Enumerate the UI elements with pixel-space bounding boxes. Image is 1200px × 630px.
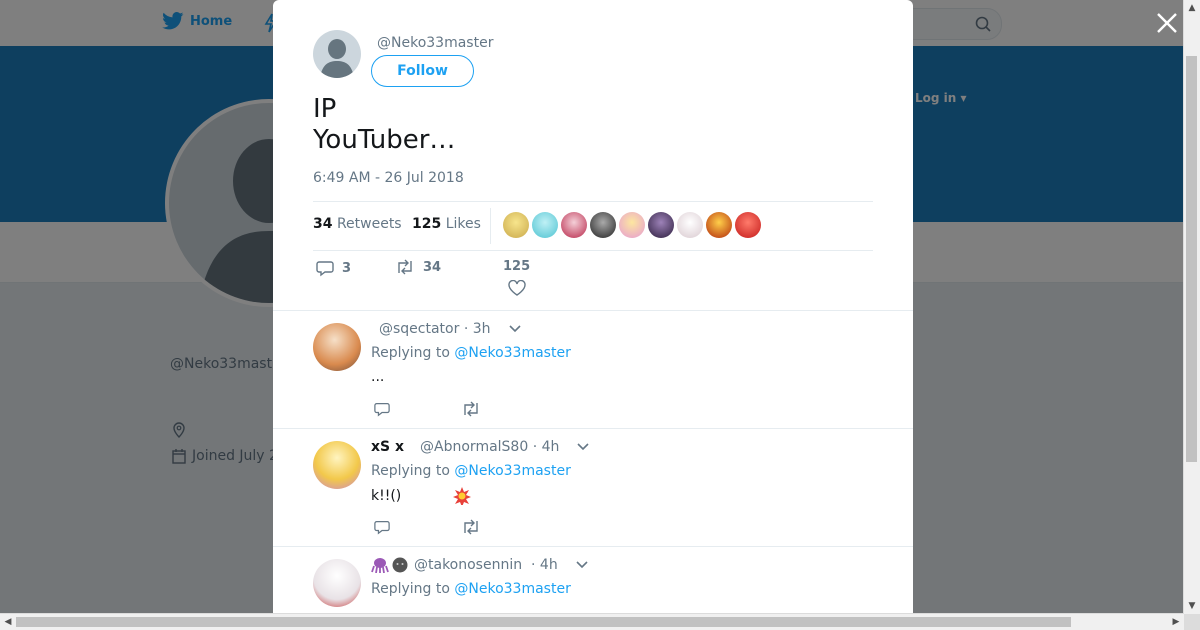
like-count: 125 [503, 259, 531, 274]
stats-divider [490, 208, 491, 244]
reply-time[interactable]: · 3h [464, 321, 491, 337]
liker-avatar[interactable] [561, 212, 587, 238]
author-avatar[interactable] [313, 30, 361, 78]
reply-header: @takonosennin · 4h [371, 557, 588, 573]
like-button[interactable]: 125 [503, 259, 530, 296]
replying-prefix: Replying to [371, 345, 450, 361]
chevron-down-icon[interactable] [576, 561, 588, 569]
reply-time[interactable]: · 4h [533, 439, 560, 455]
reply-avatar[interactable] [313, 441, 361, 489]
default-avatar-icon [320, 39, 354, 78]
author-handle[interactable]: @Neko33master [377, 35, 493, 51]
scroll-up-arrow[interactable]: ▲ [1184, 0, 1200, 16]
liker-avatar[interactable] [677, 212, 703, 238]
follow-button[interactable]: Follow [371, 55, 474, 87]
chevron-down-icon[interactable] [508, 325, 521, 333]
replying-to: Replying to @Neko33master [371, 463, 571, 479]
likes-label: Likes [445, 216, 481, 232]
replying-to: Replying to @Neko33master [371, 345, 571, 361]
likes-stat[interactable]: 125 Likes [412, 216, 481, 232]
tweet-text: IP YouTuber… [313, 94, 913, 156]
reply-avatar[interactable] [313, 323, 361, 371]
reply-text: k!!() [371, 488, 402, 504]
scrollbar-corner [1184, 614, 1200, 630]
replying-prefix: Replying to [371, 463, 450, 479]
retweets-stat[interactable]: 34 Retweets [313, 216, 402, 232]
liker-avatar[interactable] [503, 212, 529, 238]
reply-header: xS x @AbnormalS80 · 4h [371, 439, 589, 455]
face-emoji-icon [392, 557, 408, 573]
liker-avatar[interactable] [735, 212, 761, 238]
replying-to-link[interactable]: @Neko33master [454, 581, 570, 597]
reply-tweet[interactable]: xS x @AbnormalS80 · 4h Replying to @Neko… [273, 428, 913, 547]
reply-time[interactable]: · 4h [531, 557, 558, 573]
liker-avatar[interactable] [532, 212, 558, 238]
reply-icon [316, 261, 334, 277]
tweet-timestamp[interactable]: 6:49 AM - 26 Jul 2018 [313, 170, 464, 186]
liker-avatar[interactable] [590, 212, 616, 238]
reply-actions [373, 401, 481, 417]
reply-tweet[interactable]: @sqectator · 3h Replying to @Neko33maste… [273, 310, 913, 429]
horizontal-scroll-thumb[interactable] [16, 617, 1071, 627]
reply-author-name[interactable]: xS x [371, 439, 404, 455]
retweets-label: Retweets [336, 216, 402, 232]
reply-actions [373, 519, 481, 535]
replying-to: Replying to @Neko33master [371, 581, 571, 597]
retweet-count: 34 [423, 259, 442, 275]
liker-avatar[interactable] [706, 212, 732, 238]
scroll-right-arrow[interactable]: ▶ [1168, 614, 1184, 630]
horizontal-scrollbar[interactable]: ◀ ▶ [0, 613, 1184, 630]
retweet-icon[interactable] [461, 401, 481, 417]
reply-icon[interactable] [373, 401, 391, 417]
octopus-emoji-icon [371, 558, 389, 573]
chevron-down-icon[interactable] [577, 443, 589, 451]
reply-count: 3 [342, 260, 352, 276]
scroll-left-arrow[interactable]: ◀ [0, 614, 16, 630]
reply-icon[interactable] [373, 519, 391, 535]
likes-count: 125 [412, 216, 442, 232]
tweet-stats: 34 Retweets 125 Likes [313, 201, 873, 251]
replying-prefix: Replying to [371, 581, 450, 597]
retweet-icon[interactable] [461, 519, 481, 535]
heart-icon [507, 280, 526, 296]
explosion-emoji-icon [453, 487, 472, 505]
reply-text-row: k!!() [371, 487, 472, 505]
tweet-line-2: YouTuber… [313, 125, 456, 155]
retweet-button[interactable]: 34 [395, 259, 441, 275]
liker-avatars [503, 212, 761, 238]
reply-header: @sqectator · 3h [371, 321, 521, 337]
reply-tweet[interactable]: @takonosennin · 4h Replying to @Neko33ma… [273, 546, 913, 614]
replying-to-link[interactable]: @Neko33master [454, 463, 570, 479]
vertical-scroll-thumb[interactable] [1186, 56, 1197, 462]
reply-avatar[interactable] [313, 559, 361, 607]
reply-text: ... [371, 369, 385, 385]
scroll-down-arrow[interactable]: ▼ [1184, 598, 1200, 614]
tweet-line-1: IP [313, 94, 337, 124]
reply-author-handle[interactable]: @takonosennin [414, 557, 522, 573]
tweet-actions: 3 34 125 [313, 259, 873, 309]
reply-button[interactable]: 3 [316, 259, 351, 277]
liker-avatar[interactable] [619, 212, 645, 238]
reply-author-handle[interactable]: @AbnormalS80 [420, 439, 528, 455]
retweets-count: 34 [313, 216, 333, 232]
close-icon[interactable] [1154, 10, 1180, 36]
reply-author-handle[interactable]: @sqectator [379, 321, 459, 337]
tweet-modal: @Neko33master Follow IP YouTuber… 6:49 A… [273, 0, 913, 614]
retweet-icon [398, 259, 412, 275]
replying-to-link[interactable]: @Neko33master [454, 345, 570, 361]
liker-avatar[interactable] [648, 212, 674, 238]
vertical-scrollbar[interactable]: ▲ ▼ [1183, 0, 1200, 614]
